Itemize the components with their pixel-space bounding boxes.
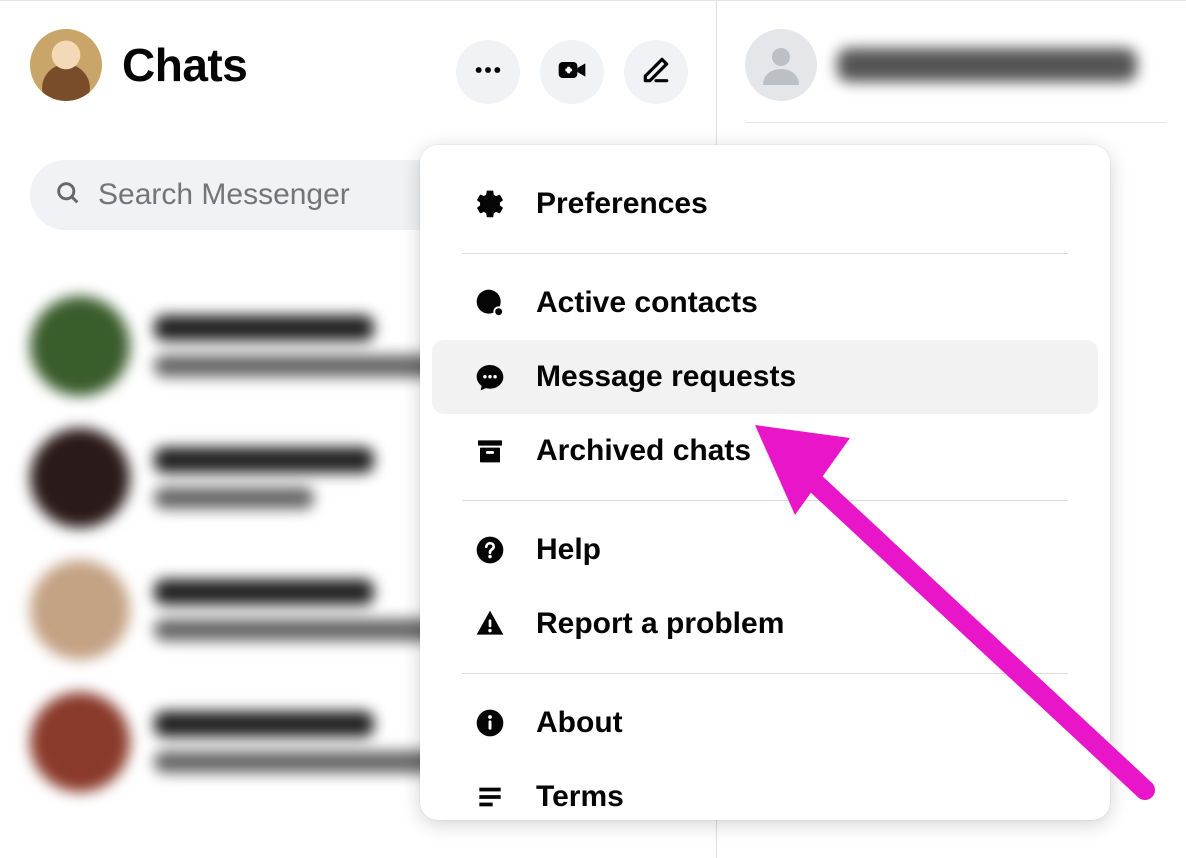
ellipsis-icon [472,54,504,91]
active-contact-icon [474,287,506,319]
video-plus-icon [556,54,588,91]
help-icon [474,534,506,566]
menu-item-about[interactable]: About [432,686,1098,760]
conversation-name-redacted [837,48,1137,82]
info-icon [474,707,506,739]
menu-item-label: Report a problem [536,607,784,641]
conversation-avatar[interactable] [745,29,817,101]
menu-item-terms[interactable]: Terms [432,760,1098,820]
compose-icon [640,54,672,91]
message-requests-icon [474,361,506,393]
menu-item-label: Help [536,533,601,567]
menu-item-report-problem[interactable]: Report a problem [432,587,1098,661]
menu-item-active-contacts[interactable]: Active contacts [432,266,1098,340]
warning-icon [474,608,506,640]
menu-item-preferences[interactable]: Preferences [432,167,1098,241]
terms-icon [474,781,506,813]
header-actions [456,40,688,104]
user-avatar[interactable] [30,29,102,101]
menu-item-archived-chats[interactable]: Archived chats [432,414,1098,488]
menu-item-label: Preferences [536,187,708,221]
menu-item-label: Terms [536,780,624,814]
menu-item-label: Active contacts [536,286,758,320]
conversation-divider [745,122,1166,123]
menu-item-message-requests[interactable]: Message requests [432,340,1098,414]
menu-item-label: About [536,706,623,740]
more-options-button[interactable] [456,40,520,104]
menu-item-help[interactable]: Help [432,513,1098,587]
menu-item-label: Archived chats [536,434,751,468]
menu-divider [462,253,1068,254]
menu-item-label: Message requests [536,360,796,394]
page-title: Chats [122,38,247,92]
conversation-header [745,20,1166,110]
menu-divider [462,673,1068,674]
options-menu: Preferences Active contacts Message requ… [420,145,1110,820]
search-icon [54,179,82,212]
menu-divider [462,500,1068,501]
new-video-call-button[interactable] [540,40,604,104]
gear-icon [474,188,506,220]
compose-button[interactable] [624,40,688,104]
archive-icon [474,435,506,467]
